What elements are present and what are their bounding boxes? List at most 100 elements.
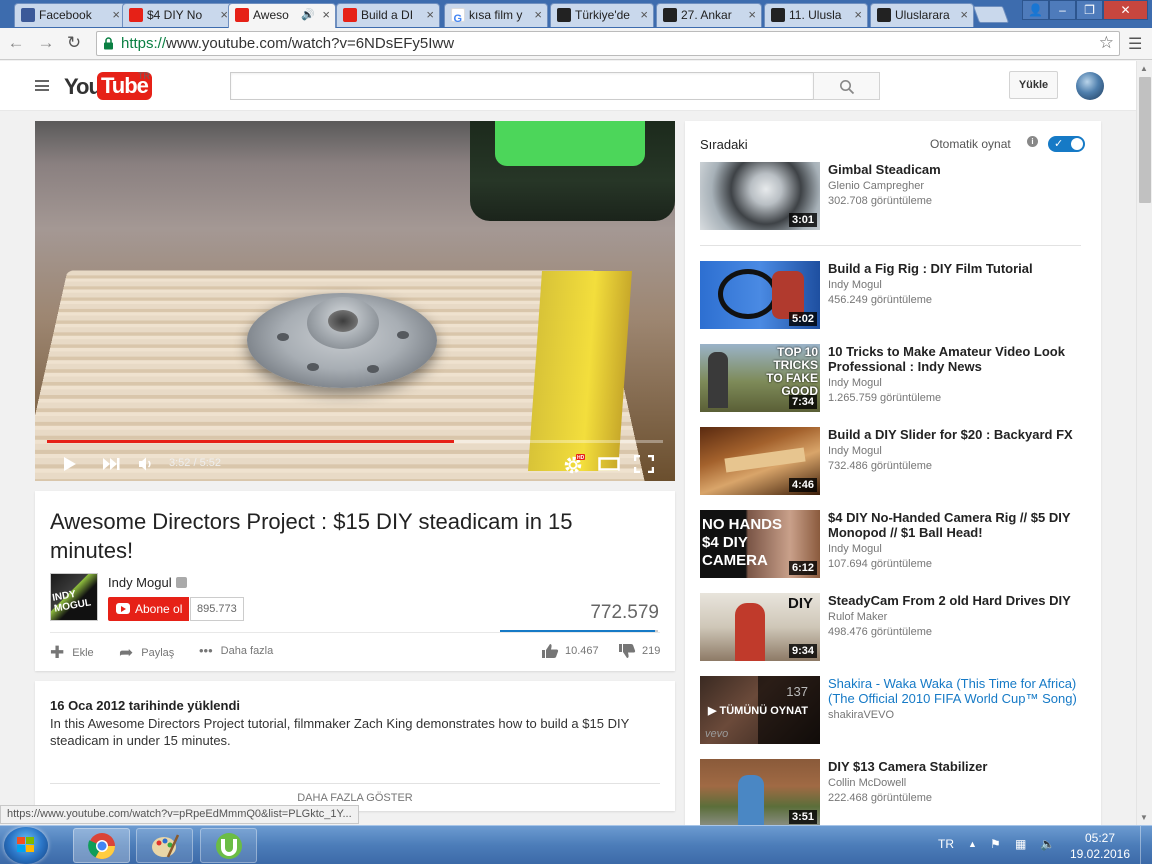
subscribe-button[interactable]: Abone ol xyxy=(108,597,190,621)
video-thumbnail[interactable]: NO HANDS $4 DIY CAMERA 6:12 xyxy=(700,510,820,578)
recommended-video[interactable]: 3:01 Gimbal Steadicam Glenio Campregher … xyxy=(700,162,1090,230)
recommended-video[interactable]: TOP 10 TRICKS TO FAKE GOOD 7:34 10 Trick… xyxy=(700,344,1090,412)
recommended-playlist[interactable]: vevo 137 ▶ TÜMÜNÜ OYNAT Shakira - Waka W… xyxy=(700,676,1090,744)
recommended-video[interactable]: NO HANDS $4 DIY CAMERA 6:12 $4 DIY No-Ha… xyxy=(700,510,1090,578)
tab-facebook[interactable]: Facebook × xyxy=(14,3,126,27)
taskbar-chrome[interactable] xyxy=(73,828,130,863)
recommended-video[interactable]: 4:46 Build a DIY Slider for $20 : Backya… xyxy=(700,427,1090,495)
channel-avatar[interactable]: INDY MOGUL xyxy=(50,573,98,621)
video-player[interactable]: 3:52 / 5:52 HD xyxy=(35,121,675,481)
search-input[interactable] xyxy=(230,72,814,100)
tab-close-icon[interactable]: × xyxy=(748,4,756,26)
next-icon[interactable] xyxy=(102,457,120,471)
tab-close-icon[interactable]: × xyxy=(534,4,542,26)
language-indicator[interactable]: TR xyxy=(938,837,954,851)
recommended-channel: Indy Mogul xyxy=(828,445,882,457)
tab-close-icon[interactable]: × xyxy=(112,4,120,26)
show-hidden-icons[interactable]: ▲ xyxy=(968,839,977,849)
tab-ankara[interactable]: 27. Ankar × xyxy=(656,3,762,27)
tab-uluslararasi[interactable]: Uluslarara × xyxy=(870,3,974,27)
scroll-down-icon[interactable]: ▼ xyxy=(1140,813,1148,822)
browser-toolbar: ← → ↻ https://www.youtube.com/watch?v=6N… xyxy=(0,28,1152,60)
recommended-title[interactable]: $4 DIY No-Handed Camera Rig // $5 DIY Mo… xyxy=(828,510,1090,540)
tab-close-icon[interactable]: × xyxy=(220,4,228,26)
scroll-up-icon[interactable]: ▲ xyxy=(1140,64,1148,73)
volume-tray-icon[interactable]: 🔈 xyxy=(1040,837,1055,851)
recommended-video[interactable]: 3:51 DIY $13 Camera Stabilizer Collin Mc… xyxy=(700,759,1090,827)
tab-close-icon[interactable]: × xyxy=(960,4,968,26)
recommended-video[interactable]: 5:02 Build a Fig Rig : DIY Film Tutorial… xyxy=(700,261,1090,329)
info-icon[interactable]: i xyxy=(1027,136,1038,147)
progress-bar[interactable] xyxy=(47,440,663,443)
play-icon[interactable] xyxy=(63,456,77,472)
reload-icon[interactable]: ↻ xyxy=(64,33,84,53)
video-duration: 6:12 xyxy=(788,561,817,575)
taskbar-utorrent[interactable] xyxy=(200,828,257,863)
search-button[interactable] xyxy=(813,72,880,100)
more-actions-button[interactable]: ••• Daha fazla xyxy=(199,643,273,658)
fullscreen-icon[interactable] xyxy=(634,455,654,473)
volume-icon[interactable] xyxy=(138,456,154,472)
taskbar-paint[interactable] xyxy=(136,828,193,863)
avatar[interactable] xyxy=(1076,72,1104,100)
flange-bolt-hole xyxy=(307,363,319,371)
minimize-button[interactable]: – xyxy=(1049,0,1076,20)
video-thumbnail[interactable]: 3:51 xyxy=(700,759,820,827)
show-desktop-button[interactable] xyxy=(1140,826,1152,864)
recommended-title[interactable]: DIY $13 Camera Stabilizer xyxy=(828,759,1090,774)
play-all-button[interactable]: ▶ TÜMÜNÜ OYNAT xyxy=(708,704,808,717)
system-clock[interactable]: 05:27 19.02.2016 xyxy=(1065,830,1135,862)
theater-mode-icon[interactable] xyxy=(598,457,620,471)
guide-menu-icon[interactable] xyxy=(35,80,49,91)
tab-turkiyede[interactable]: Türkiye'de × xyxy=(550,3,654,27)
settings-gear-icon[interactable]: HD xyxy=(563,453,585,475)
dislike-button[interactable]: 219 xyxy=(618,643,660,659)
recommended-title[interactable]: SteadyCam From 2 old Hard Drives DIY xyxy=(828,593,1090,608)
network-icon[interactable]: ▦ xyxy=(1015,837,1026,851)
tab-google-kisa-film[interactable]: G kısa film y × xyxy=(444,3,548,27)
video-thumbnail[interactable]: 4:46 xyxy=(700,427,820,495)
tab-uluslararasi-11[interactable]: 11. Ulusla × xyxy=(764,3,868,27)
recommended-title[interactable]: Gimbal Steadicam xyxy=(828,162,1090,177)
recommended-title[interactable]: Shakira - Waka Waka (This Time for Afric… xyxy=(828,676,1090,706)
recommended-title[interactable]: 10 Tricks to Make Amateur Video Look Pro… xyxy=(828,344,1090,374)
chrome-menu-icon[interactable]: ☰ xyxy=(1128,34,1142,54)
show-more-button[interactable]: DAHA FAZLA GÖSTER xyxy=(50,783,660,804)
tab-build-a-diy[interactable]: Build a DI × xyxy=(336,3,440,27)
video-thumbnail[interactable]: 3:01 xyxy=(700,162,820,230)
tab-close-icon[interactable]: × xyxy=(640,4,648,26)
thumbnail-text: TOP 10 TRICKS TO FAKE GOOD xyxy=(766,345,818,398)
video-thumbnail[interactable]: TOP 10 TRICKS TO FAKE GOOD 7:34 xyxy=(700,344,820,412)
bookmark-star-icon[interactable]: ☆ xyxy=(1099,33,1114,53)
playlist-thumbnail[interactable]: vevo 137 ▶ TÜMÜNÜ OYNAT xyxy=(700,676,820,744)
tab-close-icon[interactable]: × xyxy=(426,4,434,26)
tab-awesome-directors[interactable]: Aweso 🔊 × xyxy=(228,3,336,28)
tab-close-icon[interactable]: × xyxy=(322,4,330,26)
autoplay-toggle[interactable]: ✓ xyxy=(1048,136,1085,152)
video-duration: 3:01 xyxy=(788,213,817,227)
upload-button[interactable]: Yükle xyxy=(1009,71,1058,99)
share-button[interactable]: ➦ Paylaş xyxy=(119,643,174,663)
address-bar[interactable]: https://www.youtube.com/watch?v=6NDsEFy5… xyxy=(96,31,1120,56)
add-to-button[interactable]: ✚ Ekle xyxy=(50,643,94,663)
forward-arrow-icon[interactable]: → xyxy=(36,33,56,53)
recommended-video[interactable]: DIY 9:34 SteadyCam From 2 old Hard Drive… xyxy=(700,593,1090,661)
like-button[interactable]: 10.467 xyxy=(541,643,599,659)
tab-close-icon[interactable]: × xyxy=(854,4,862,26)
close-window-button[interactable]: ✕ xyxy=(1103,0,1148,20)
back-arrow-icon[interactable]: ← xyxy=(6,33,26,53)
recommended-title[interactable]: Build a DIY Slider for $20 : Backyard FX xyxy=(828,427,1090,442)
page-scrollbar[interactable]: ▲ ▼ xyxy=(1136,61,1152,825)
action-center-icon[interactable]: ⚑ xyxy=(990,837,1001,851)
new-tab-button[interactable] xyxy=(972,6,1010,23)
restore-button[interactable]: ❐ xyxy=(1076,0,1103,20)
user-icon[interactable]: 👤 xyxy=(1022,0,1049,20)
video-thumbnail[interactable]: 5:02 xyxy=(700,261,820,329)
recommended-title[interactable]: Build a Fig Rig : DIY Film Tutorial xyxy=(828,261,1090,276)
start-button[interactable] xyxy=(4,827,48,864)
paint-palette-icon xyxy=(152,834,180,858)
scroll-thumb[interactable] xyxy=(1139,77,1151,203)
channel-name[interactable]: Indy Mogul xyxy=(108,575,172,590)
video-thumbnail[interactable]: DIY 9:34 xyxy=(700,593,820,661)
tab-diy-no-handed[interactable]: $4 DIY No × xyxy=(122,3,234,27)
